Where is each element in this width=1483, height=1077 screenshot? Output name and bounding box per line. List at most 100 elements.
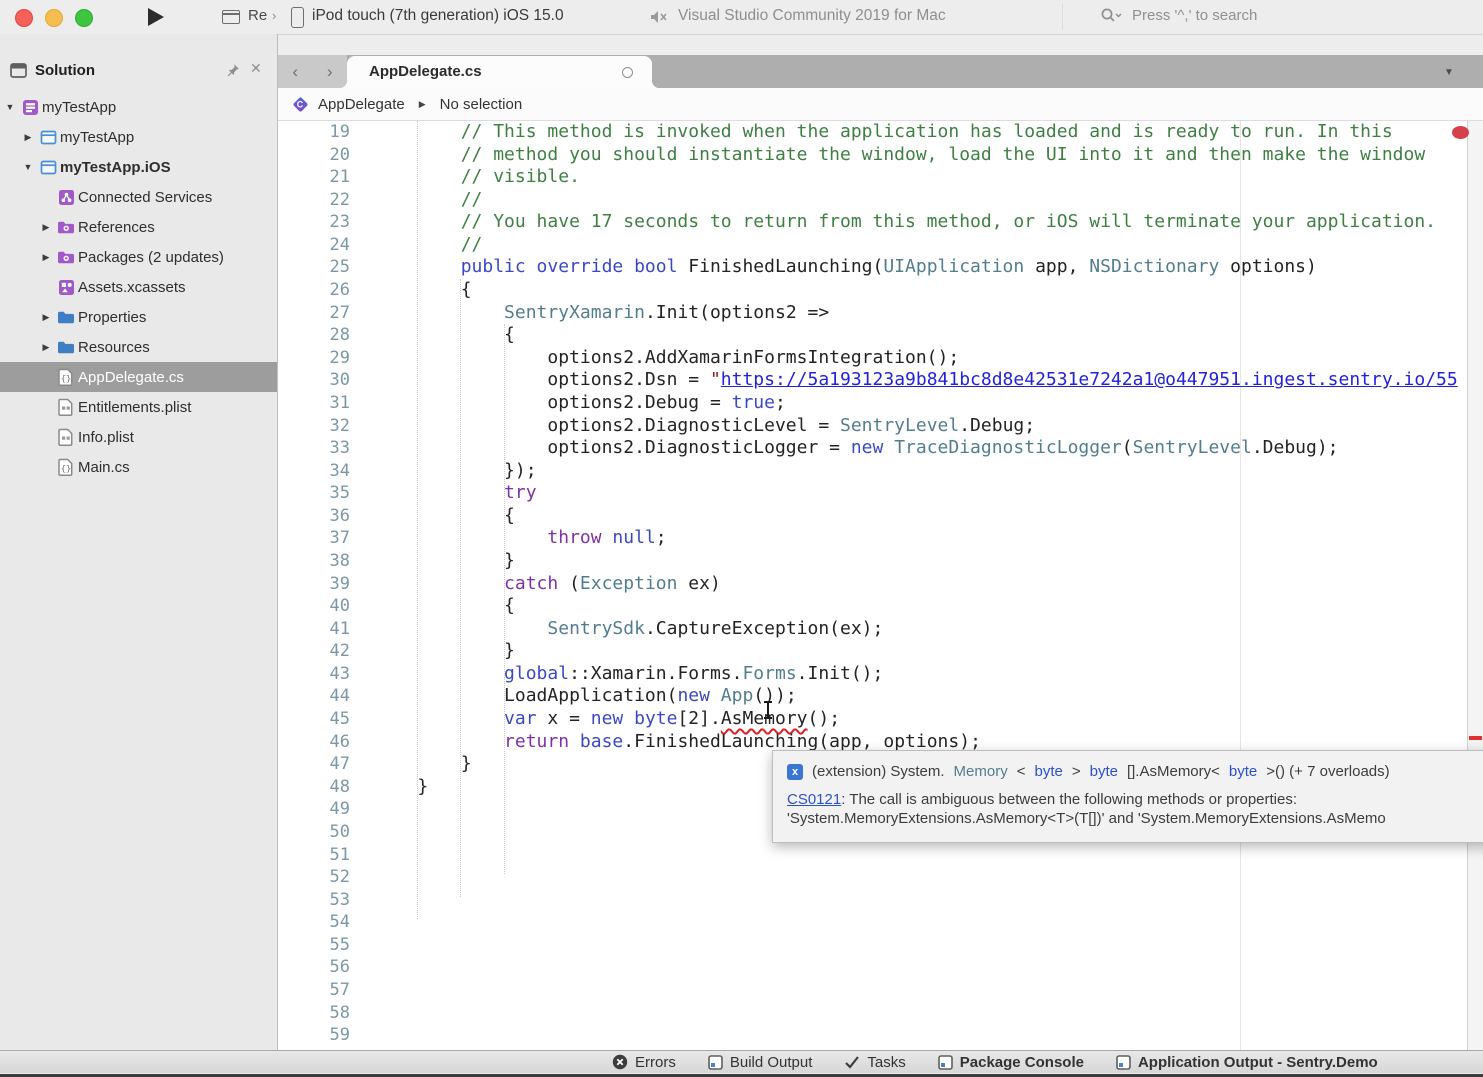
- line-number[interactable]: 30: [278, 369, 350, 392]
- code-line-54[interactable]: [374, 911, 1458, 934]
- code-line-29[interactable]: options2.AddXamarinFormsIntegration();: [374, 347, 1458, 370]
- code-line-44[interactable]: LoadApplication(new App());: [374, 685, 1458, 708]
- line-number[interactable]: 20: [278, 144, 350, 167]
- line-number[interactable]: 42: [278, 640, 350, 663]
- line-number[interactable]: 44: [278, 685, 350, 708]
- line-number[interactable]: 31: [278, 392, 350, 415]
- disclosure-right-icon[interactable]: ▶: [20, 132, 36, 143]
- code-line-26[interactable]: {: [374, 279, 1458, 302]
- line-number[interactable]: 32: [278, 415, 350, 438]
- tree-item-resources[interactable]: ▶Resources: [0, 332, 277, 362]
- notifications-muted-icon[interactable]: [650, 9, 669, 30]
- line-number[interactable]: 24: [278, 234, 350, 257]
- code-line-37[interactable]: throw null;: [374, 527, 1458, 550]
- code-line-33[interactable]: options2.DiagnosticLogger = new TraceDia…: [374, 437, 1458, 460]
- line-number[interactable]: 41: [278, 618, 350, 641]
- line-number[interactable]: 56: [278, 956, 350, 979]
- tree-item-packages-2-updates-[interactable]: ▶Packages (2 updates): [0, 242, 277, 272]
- code-line-51[interactable]: [374, 844, 1458, 867]
- code-line-32[interactable]: options2.DiagnosticLevel = SentryLevel.D…: [374, 415, 1458, 438]
- tree-item-entitlements-plist[interactable]: Entitlements.plist: [0, 392, 277, 422]
- line-number[interactable]: 43: [278, 663, 350, 686]
- line-number[interactable]: 22: [278, 189, 350, 212]
- line-number[interactable]: 27: [278, 302, 350, 325]
- line-number[interactable]: 25: [278, 256, 350, 279]
- statusbar-tasks[interactable]: Tasks: [844, 1054, 905, 1071]
- disclosure-right-icon[interactable]: ▶: [38, 252, 54, 263]
- line-number[interactable]: 40: [278, 595, 350, 618]
- breadcrumb-selection[interactable]: No selection: [440, 96, 523, 113]
- statusbar-application-output-sentry-demo[interactable]: Application Output - Sentry.Demo: [1116, 1054, 1378, 1071]
- line-number[interactable]: 36: [278, 505, 350, 528]
- vertical-scrollbar[interactable]: [1467, 121, 1483, 1050]
- line-number[interactable]: 35: [278, 482, 350, 505]
- line-number[interactable]: 54: [278, 911, 350, 934]
- code-line-45[interactable]: var x = new byte[2].AsMemory();: [374, 708, 1458, 731]
- code-line-19[interactable]: // This method is invoked when the appli…: [374, 121, 1458, 144]
- line-number[interactable]: 37: [278, 527, 350, 550]
- pin-pad-icon[interactable]: [226, 63, 240, 82]
- code-line-40[interactable]: {: [374, 595, 1458, 618]
- configuration-selector[interactable]: Re: [248, 7, 267, 24]
- code-line-23[interactable]: // You have 17 seconds to return from th…: [374, 211, 1458, 234]
- line-number[interactable]: 57: [278, 979, 350, 1002]
- code-line-53[interactable]: [374, 889, 1458, 912]
- code-line-34[interactable]: });: [374, 460, 1458, 483]
- code-line-27[interactable]: SentryXamarin.Init(options2 =>: [374, 302, 1458, 325]
- tree-item-appdelegate-cs[interactable]: {}AppDelegate.cs: [0, 362, 277, 392]
- search-field[interactable]: Press '^,' to search: [1100, 7, 1257, 24]
- tree-item-connected-services[interactable]: Connected Services: [0, 182, 277, 212]
- line-number[interactable]: 53: [278, 889, 350, 912]
- tab-modified-indicator[interactable]: [622, 67, 633, 78]
- tree-item-info-plist[interactable]: Info.plist: [0, 422, 277, 452]
- line-number[interactable]: 51: [278, 844, 350, 867]
- code-line-57[interactable]: [374, 979, 1458, 1002]
- line-number[interactable]: 21: [278, 166, 350, 189]
- line-number[interactable]: 49: [278, 798, 350, 821]
- navigate-forward-icon[interactable]: ›: [327, 62, 333, 82]
- code-line-25[interactable]: public override bool FinishedLaunching(U…: [374, 256, 1458, 279]
- code-line-28[interactable]: {: [374, 324, 1458, 347]
- error-code-link[interactable]: CS0121: [787, 791, 841, 808]
- line-number[interactable]: 47: [278, 753, 350, 776]
- line-number[interactable]: 26: [278, 279, 350, 302]
- tree-item-mytestapp[interactable]: ▼myTestApp: [0, 92, 277, 122]
- code-line-30[interactable]: options2.Dsn = "https://5a193123a9b841bc…: [374, 369, 1458, 392]
- line-number[interactable]: 28: [278, 324, 350, 347]
- statusbar-package-console[interactable]: Package Console: [938, 1054, 1084, 1071]
- statusbar-errors[interactable]: Errors: [612, 1054, 676, 1071]
- device-selector[interactable]: iPod touch (7th generation) iOS 15.0: [312, 7, 564, 25]
- tree-item-assets-xcassets[interactable]: Assets.xcassets: [0, 272, 277, 302]
- statusbar-build-output[interactable]: Build Output: [708, 1054, 813, 1071]
- line-number[interactable]: 48: [278, 776, 350, 799]
- zoom-window-button[interactable]: [75, 9, 93, 27]
- line-number-gutter[interactable]: 1920212223242526272829303132333435363738…: [278, 121, 350, 1047]
- code-line-20[interactable]: // method you should instantiate the win…: [374, 144, 1458, 167]
- code-line-52[interactable]: [374, 866, 1458, 889]
- line-number[interactable]: 23: [278, 211, 350, 234]
- close-pad-icon[interactable]: ✕: [250, 60, 262, 77]
- line-number[interactable]: 33: [278, 437, 350, 460]
- line-number[interactable]: 52: [278, 866, 350, 889]
- line-number[interactable]: 50: [278, 821, 350, 844]
- code-line-36[interactable]: {: [374, 505, 1458, 528]
- disclosure-down-icon[interactable]: ▼: [20, 162, 36, 172]
- code-line-39[interactable]: catch (Exception ex): [374, 573, 1458, 596]
- tree-item-mytestapp-ios[interactable]: ▼myTestApp.iOS: [0, 152, 277, 182]
- minimize-window-button[interactable]: [45, 9, 63, 27]
- line-number[interactable]: 58: [278, 1002, 350, 1025]
- tab-appdelegate[interactable]: AppDelegate.cs: [347, 56, 652, 88]
- line-number[interactable]: 29: [278, 347, 350, 370]
- line-number[interactable]: 39: [278, 573, 350, 596]
- breadcrumb-class[interactable]: AppDelegate: [318, 96, 405, 113]
- line-number[interactable]: 46: [278, 731, 350, 754]
- line-number[interactable]: 34: [278, 460, 350, 483]
- line-number[interactable]: 19: [278, 121, 350, 144]
- navigate-back-icon[interactable]: ‹: [292, 62, 298, 82]
- code-line-58[interactable]: [374, 1002, 1458, 1025]
- code-editor[interactable]: 1920212223242526272829303132333435363738…: [278, 121, 1483, 1050]
- line-number[interactable]: 59: [278, 1024, 350, 1047]
- code-line-41[interactable]: SentrySdk.CaptureException(ex);: [374, 618, 1458, 641]
- code-content[interactable]: // This method is invoked when the appli…: [374, 121, 1458, 1047]
- code-line-21[interactable]: // visible.: [374, 166, 1458, 189]
